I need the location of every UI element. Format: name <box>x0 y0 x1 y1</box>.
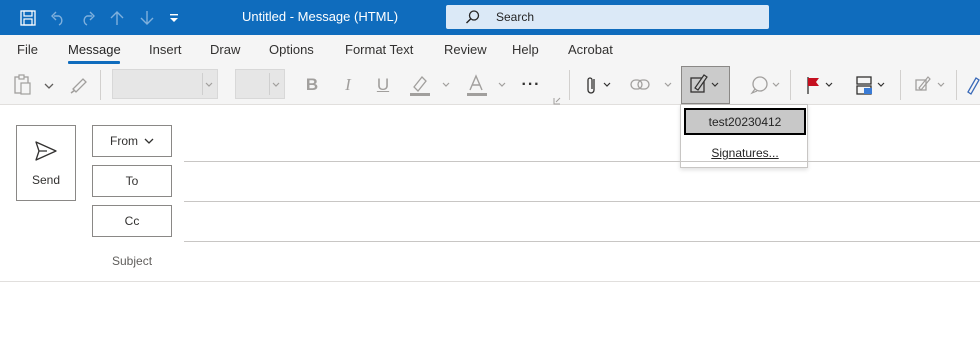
subject-input[interactable] <box>184 246 980 280</box>
active-tab-indicator <box>68 61 120 64</box>
format-painter-icon <box>70 78 87 94</box>
subject-label: Subject <box>112 254 153 268</box>
tab-insert[interactable]: Insert <box>149 42 182 57</box>
ribbon-separator <box>100 70 101 100</box>
sensitivity-icon <box>915 76 945 91</box>
flag-icon <box>807 77 833 94</box>
customize-toolbar-icon[interactable] <box>164 8 184 28</box>
tab-review[interactable]: Review <box>444 42 487 57</box>
flag-button[interactable] <box>802 72 840 98</box>
dialog-launcher-icon[interactable] <box>553 92 561 105</box>
from-label: From <box>110 134 138 148</box>
ribbon-separator <box>900 70 901 100</box>
tab-format-text[interactable]: Format Text <box>345 42 413 57</box>
from-button[interactable]: From <box>92 125 172 157</box>
to-field-line <box>184 201 980 202</box>
signature-option-test20230412[interactable]: test20230412 <box>684 108 806 135</box>
signatures-label: Signatures... <box>711 146 779 160</box>
signature-icon <box>690 74 719 93</box>
to-label: To <box>125 174 139 188</box>
editor-button[interactable] <box>964 72 980 98</box>
ribbon-separator <box>569 70 570 100</box>
font-color-icon <box>467 74 506 96</box>
chevron-down-icon <box>205 82 213 87</box>
ribbon-separator <box>956 70 957 100</box>
loop-button[interactable] <box>744 72 786 98</box>
highlight-icon <box>410 76 450 96</box>
editor-icon <box>967 77 980 95</box>
cc-label: Cc <box>124 214 140 228</box>
attach-icon <box>587 77 611 94</box>
search-icon <box>464 8 482 26</box>
tab-message[interactable]: Message <box>68 42 121 57</box>
redo-icon[interactable] <box>78 8 98 28</box>
font-name-combo[interactable] <box>112 69 218 99</box>
up-arrow-icon[interactable] <box>107 8 127 28</box>
cc-input[interactable] <box>184 206 980 240</box>
down-arrow-icon[interactable] <box>137 8 157 28</box>
sensitivity-button[interactable] <box>910 72 950 98</box>
tab-file[interactable]: File <box>17 42 38 57</box>
tab-help[interactable]: Help <box>512 42 539 57</box>
underline-button[interactable]: U <box>373 72 393 98</box>
bold-button[interactable]: B <box>302 72 322 98</box>
from-field-line <box>184 161 980 162</box>
undo-icon[interactable] <box>48 8 68 28</box>
font-color-button[interactable] <box>465 72 509 98</box>
ribbon-separator <box>790 70 791 100</box>
title-bar: Untitled - Message (HTML) Search <box>0 0 980 35</box>
send-icon <box>35 141 57 161</box>
message-body[interactable] <box>0 283 980 344</box>
format-painter-button[interactable] <box>68 72 90 98</box>
window-title: Untitled - Message (HTML) <box>242 9 399 24</box>
chevron-down-icon <box>144 138 154 144</box>
assign-policy-button[interactable] <box>852 72 890 98</box>
tab-acrobat[interactable]: Acrobat <box>568 42 613 57</box>
link-icon <box>630 79 672 90</box>
combo-divider <box>202 73 203 95</box>
assign-policy-icon <box>856 76 885 95</box>
tab-options[interactable]: Options <box>269 42 314 57</box>
search-placeholder: Search <box>496 10 535 24</box>
send-button[interactable]: Send <box>16 125 76 201</box>
attach-file-button[interactable] <box>584 72 614 98</box>
cc-button[interactable]: Cc <box>92 205 172 237</box>
signature-dropdown: test20230412 Signatures... <box>680 104 808 168</box>
more-options-button[interactable]: ··· <box>518 72 544 98</box>
paste-button[interactable] <box>12 72 54 98</box>
tab-draw[interactable]: Draw <box>210 42 240 57</box>
chevron-down-icon <box>272 82 280 87</box>
cc-field-line <box>184 241 980 242</box>
paste-icon <box>14 74 54 95</box>
loop-icon <box>750 76 780 95</box>
signature-button[interactable] <box>681 66 730 104</box>
ribbon-tabs: File Message Insert Draw Options Format … <box>0 35 980 65</box>
save-icon[interactable] <box>18 8 38 28</box>
highlight-button[interactable] <box>408 72 452 98</box>
ribbon-right-group <box>738 65 980 105</box>
link-button[interactable] <box>628 72 674 98</box>
search-box[interactable]: Search <box>446 5 769 29</box>
italic-button[interactable]: I <box>338 72 358 98</box>
to-input[interactable] <box>184 166 980 200</box>
subject-field-line <box>0 281 980 282</box>
combo-divider <box>269 73 270 95</box>
font-size-combo[interactable] <box>235 69 285 99</box>
send-label: Send <box>31 173 61 187</box>
to-button[interactable]: To <box>92 165 172 197</box>
